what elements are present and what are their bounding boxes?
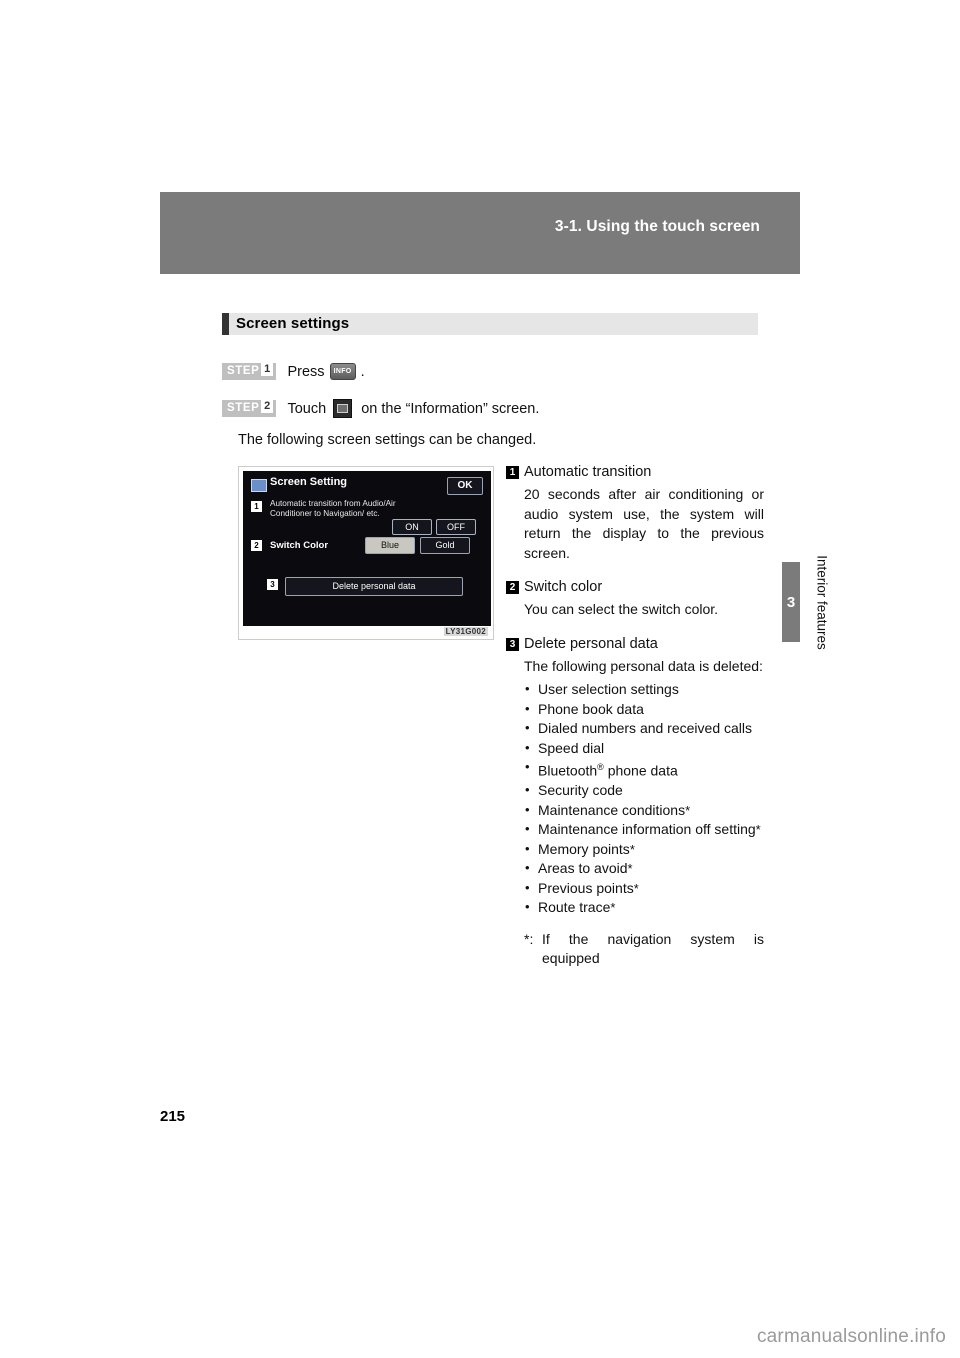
page-header-band: 3-1. Using the touch screen xyxy=(160,192,800,274)
screen-setting-figure: Screen Setting OK 1 Automatic transition… xyxy=(238,466,494,640)
screen-setting-icon xyxy=(251,479,267,492)
step-2-row: STEP 2 Touch on the “Information” screen. xyxy=(222,399,539,418)
item-2-title: Switch color xyxy=(524,579,603,595)
figure-code: LY31G002 xyxy=(443,627,488,636)
footnote: *: If the navigation system is equipped xyxy=(506,930,764,969)
list-item: Areas to avoid* xyxy=(524,858,764,879)
item-1-body: 20 seconds after air conditioning or aud… xyxy=(524,486,764,561)
figure-callout-3: 3 xyxy=(267,579,278,590)
step-2-badge-label: STEP xyxy=(227,402,260,414)
list-item-footnote-mark: * xyxy=(629,841,635,857)
item-3-body: The following personal data is deleted: xyxy=(524,657,763,674)
list-item: Dialed numbers and received calls xyxy=(524,718,764,739)
page-number: 215 xyxy=(160,1108,186,1125)
item-2-head: 2 Switch color xyxy=(506,577,764,598)
item-1-head: 1 Automatic transition xyxy=(506,462,764,483)
list-item-footnote-mark: * xyxy=(755,822,761,838)
step-1-badge: STEP 1 xyxy=(222,363,277,380)
step-2-text-before: Touch xyxy=(287,400,327,417)
figure-titlebar: Screen Setting OK xyxy=(243,475,491,495)
item-1-title: Automatic transition xyxy=(524,464,652,480)
chapter-number: 3 xyxy=(786,593,796,611)
figure-blue-button[interactable]: Blue xyxy=(365,537,415,554)
list-item-text: Maintenance information off setting xyxy=(538,821,756,838)
step-2-badge: STEP 2 xyxy=(222,400,277,417)
watermark-text: carmanualsonline.info xyxy=(756,1326,946,1347)
intro-line: The following screen settings can be cha… xyxy=(238,432,537,448)
item-3-head: 3 Delete personal data xyxy=(506,634,764,655)
step-1-row: STEP 1 Press INFO . xyxy=(222,363,365,380)
figure-callout-2: 2 xyxy=(251,540,262,551)
figure-delete-personal-data-button[interactable]: Delete personal data xyxy=(285,577,463,596)
list-item-text: Memory points xyxy=(538,840,630,857)
figure-ok-button[interactable]: OK xyxy=(447,477,483,495)
page-header-title: 3-1. Using the touch screen xyxy=(554,218,760,235)
list-item: Bluetooth® phone data xyxy=(524,757,764,781)
manual-page: 3-1. Using the touch screen 3 Interior f… xyxy=(0,0,960,1358)
info-button-icon: INFO xyxy=(329,363,356,380)
list-item-footnote-mark: * xyxy=(610,900,616,916)
list-item-text: User selection settings xyxy=(538,681,679,697)
chapter-tab: 3 xyxy=(782,562,800,642)
list-item-text: Security code xyxy=(538,782,623,799)
item-1: 1 Automatic transition 20 seconds after a… xyxy=(506,462,764,563)
list-item-footnote-mark: * xyxy=(627,861,633,877)
item-2-number: 2 xyxy=(506,581,519,594)
figure-off-button[interactable]: OFF xyxy=(436,519,476,535)
list-item-text: Previous points xyxy=(538,879,634,896)
list-item-text: Dialed numbers and received calls xyxy=(538,720,752,736)
list-item: Previous points* xyxy=(524,878,764,899)
list-item-footnote-mark: * xyxy=(633,880,639,896)
step-1-text-before: Press xyxy=(287,363,325,380)
registered-mark: ® xyxy=(597,762,604,772)
item-1-number: 1 xyxy=(506,466,519,479)
list-item: Memory points* xyxy=(524,839,764,860)
section-heading-text: Screen settings xyxy=(236,315,350,332)
list-item-text: Route trace xyxy=(538,899,611,916)
figure-switch-color-label: Switch Color xyxy=(270,540,329,551)
step-2-text-after: on the “Information” screen. xyxy=(361,400,540,417)
item-3-title: Delete personal data xyxy=(524,635,658,652)
item-3-number: 3 xyxy=(506,637,519,651)
item-3: 3 Delete personal data The following pers… xyxy=(506,634,764,677)
list-item-text: Bluetooth xyxy=(538,762,598,779)
figure-title: Screen Setting xyxy=(270,476,348,488)
step-1-number: 1 xyxy=(261,363,274,377)
step-1-text-after: . xyxy=(360,363,365,380)
chapter-label: Interior features xyxy=(814,555,830,650)
list-item-text: Speed dial xyxy=(538,739,605,756)
figure-gold-button[interactable]: Gold xyxy=(420,537,470,554)
list-item: Maintenance information off setting* xyxy=(524,819,764,840)
section-heading-marker xyxy=(222,313,229,335)
deleted-data-list: User selection settings Phone book data … xyxy=(506,679,764,918)
item-2-body: You can select the switch color. xyxy=(524,601,719,617)
right-column: 1 Automatic transition 20 seconds after a… xyxy=(506,462,764,969)
footnote-text: If the navigation system is equipped xyxy=(542,930,764,967)
footnote-mark: *: xyxy=(524,930,534,947)
list-item-text: Maintenance conditions xyxy=(538,801,686,818)
list-item-footnote-mark: * xyxy=(685,802,691,818)
watermark: carmanualsonline.info xyxy=(757,1326,946,1348)
list-item-text: Phone book data xyxy=(538,700,644,717)
list-item: Maintenance conditions* xyxy=(524,800,764,821)
list-item-suffix: phone data xyxy=(603,762,678,779)
list-item: User selection settings xyxy=(524,679,764,700)
item-2: 2 Switch color You can select the switch … xyxy=(506,577,764,620)
figure-row1-text: Automatic transition from Audio/Air Cond… xyxy=(270,499,396,518)
list-item: Phone book data xyxy=(524,699,764,720)
step-2-number: 2 xyxy=(261,400,274,414)
screen-setting-button-icon xyxy=(333,399,353,418)
list-item: Security code xyxy=(524,780,764,801)
step-1-badge-label: STEP xyxy=(227,365,260,377)
figure-callout-1: 1 xyxy=(251,501,262,512)
section-heading: Screen settings xyxy=(222,313,758,335)
list-item: Route trace* xyxy=(524,897,764,918)
figure-screen: Screen Setting OK 1 Automatic transition… xyxy=(243,471,491,626)
list-item: Speed dial xyxy=(524,738,764,759)
figure-on-button[interactable]: ON xyxy=(392,519,432,535)
list-item-text: Areas to avoid xyxy=(538,860,628,877)
